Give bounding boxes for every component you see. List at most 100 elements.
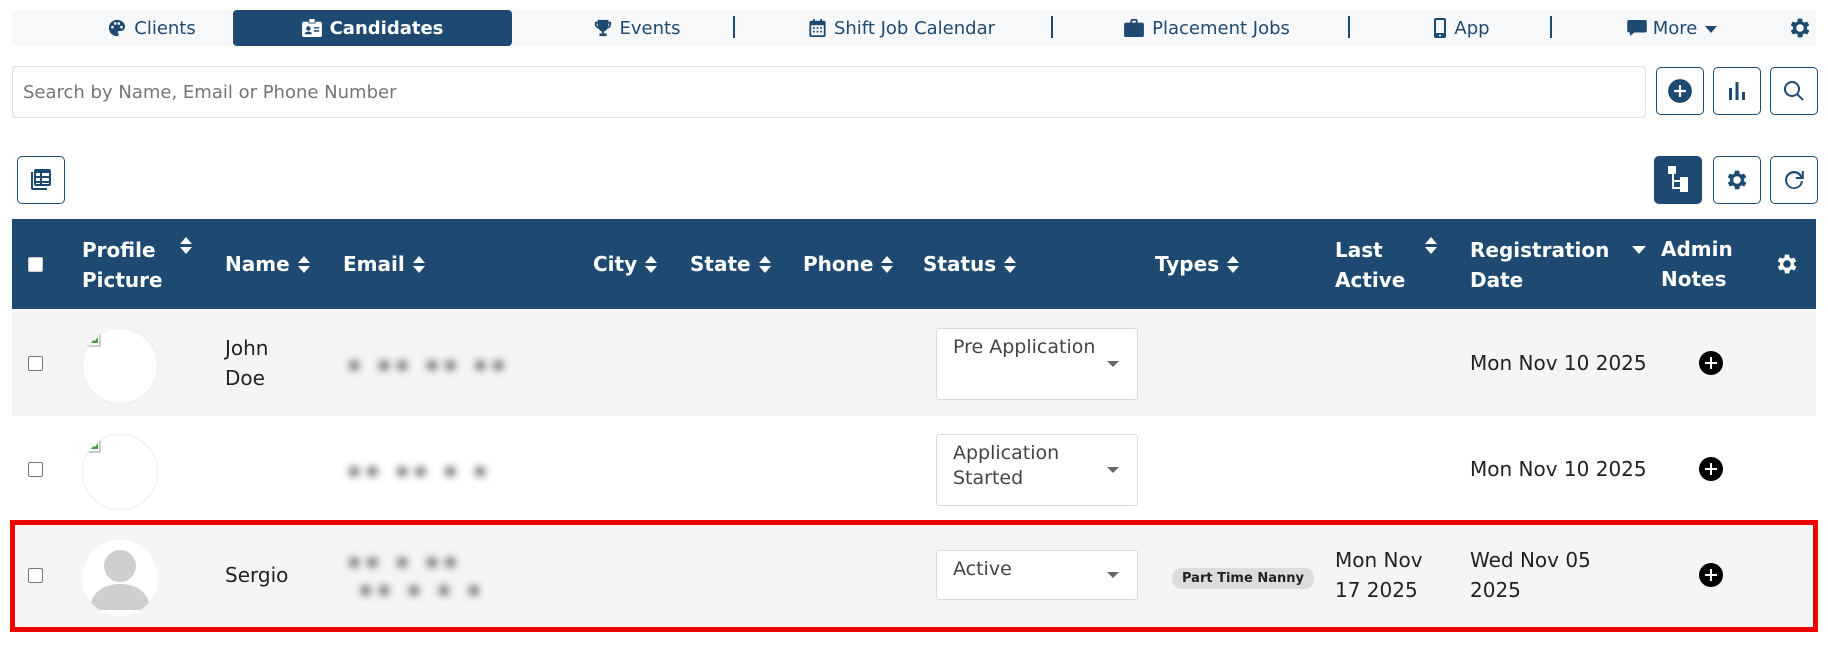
table-row[interactable]: ▪▪ ▪▪ ▪ ▪ Application Started Mon Nov 10…	[12, 416, 1816, 522]
nav-label: Shift Job Calendar	[833, 17, 996, 39]
header-email[interactable]: Email	[343, 219, 425, 309]
phone-icon	[1434, 18, 1447, 38]
row-checkbox[interactable]	[28, 568, 43, 583]
type-badge: Part Time Nanny	[1172, 568, 1314, 589]
briefcase-icon	[1124, 19, 1145, 37]
row-checkbox[interactable]	[28, 356, 43, 371]
bar-chart-icon	[1729, 82, 1745, 100]
avatar	[82, 328, 158, 404]
add-candidate-button[interactable]	[1656, 67, 1704, 115]
gear-icon	[1790, 18, 1810, 38]
refresh-icon	[1785, 171, 1804, 189]
comment-icon	[1626, 20, 1647, 36]
candidate-name[interactable]: Sergio	[225, 560, 288, 590]
search-icon	[1783, 80, 1804, 101]
nav-separator	[1051, 16, 1053, 38]
header-label: Admin Notes	[1661, 237, 1733, 291]
search-input[interactable]	[12, 66, 1646, 118]
nav-placement-jobs[interactable]: Placement Jobs	[1117, 10, 1297, 46]
header-city[interactable]: City	[593, 219, 658, 309]
chevron-down-icon	[1107, 572, 1119, 578]
header-label: Status	[923, 252, 997, 276]
calendar-icon	[809, 19, 826, 37]
add-note-icon[interactable]	[1699, 351, 1723, 375]
nav-shift-job-calendar[interactable]: Shift Job Calendar	[802, 10, 1002, 46]
refresh-button[interactable]	[1770, 156, 1818, 204]
avatar	[82, 434, 158, 510]
table-row[interactable]: John Doe ▪ ▪▪ ▪▪ ▪▪ Pre Application Mon …	[12, 310, 1816, 416]
sort-icon	[645, 255, 658, 273]
table-copy-icon	[31, 169, 51, 190]
gear-icon	[1727, 170, 1747, 190]
header-types[interactable]: Types	[1155, 219, 1240, 309]
header-label: Profile Picture	[82, 238, 163, 292]
status-select[interactable]: Active	[936, 550, 1138, 600]
sort-desc-icon	[1632, 246, 1646, 254]
nav-app[interactable]: App	[1422, 10, 1502, 46]
nav-label: Clients	[134, 17, 196, 39]
redacted-email: ▪ ▪▪ ▪▪ ▪▪	[348, 354, 511, 375]
nav-more[interactable]: More	[1617, 10, 1727, 46]
header-label: City	[593, 252, 638, 276]
registration-date: Mon Nov 10 2025	[1470, 457, 1647, 481]
column-settings-button[interactable]	[1774, 219, 1800, 309]
add-note-icon[interactable]	[1699, 563, 1723, 587]
sort-icon	[180, 237, 192, 254]
header-label: Last Active	[1335, 238, 1406, 292]
trophy-icon	[594, 19, 611, 37]
row-checkbox[interactable]	[28, 462, 43, 477]
header-last-active[interactable]: Last Active	[1335, 219, 1455, 309]
id-badge-icon	[301, 19, 322, 37]
header-label: Phone	[803, 252, 874, 276]
status-value: Pre Application	[953, 336, 1096, 358]
chevron-down-icon	[1107, 467, 1119, 473]
header-label: Email	[343, 252, 405, 276]
nav-label: More	[1652, 17, 1698, 39]
header-name[interactable]: Name	[225, 219, 310, 309]
stats-button[interactable]	[1713, 67, 1761, 115]
column-layout-button[interactable]	[1654, 156, 1702, 204]
nav-separator	[1550, 16, 1552, 38]
sort-icon	[758, 255, 771, 273]
table-row[interactable]: Sergio ▪▪ ▪ ▪▪ ▪▪ ▪ ▪ ▪ Active Part Time…	[12, 522, 1816, 628]
header-profile-picture[interactable]: Profile Picture	[82, 219, 202, 309]
status-value: Active	[953, 558, 1012, 580]
status-select[interactable]: Application Started	[936, 434, 1138, 506]
header-status[interactable]: Status	[923, 219, 1017, 309]
redacted-email: ▪▪ ▪▪ ▪ ▪	[348, 460, 493, 481]
header-registration-date[interactable]: Registration Date	[1470, 219, 1650, 309]
sort-icon	[1227, 255, 1240, 273]
settings-button[interactable]	[1784, 10, 1816, 46]
palette-icon	[109, 19, 126, 37]
nav-separator	[733, 16, 735, 38]
nav-candidates[interactable]: Candidates	[233, 10, 512, 46]
person-placeholder-icon	[90, 550, 150, 610]
chevron-down-icon	[1705, 26, 1718, 33]
add-note-icon[interactable]	[1699, 457, 1723, 481]
tree-view-icon	[1668, 166, 1688, 192]
nav-label: Candidates	[329, 17, 444, 39]
select-all-checkbox[interactable]	[28, 219, 43, 309]
nav-events[interactable]: Events	[572, 10, 702, 46]
nav-separator	[1348, 16, 1350, 38]
header-label: Types	[1155, 252, 1220, 276]
sort-icon	[881, 255, 894, 273]
table-settings-button[interactable]	[1713, 156, 1761, 204]
avatar	[82, 540, 158, 616]
table-header: Profile Picture Name Email City State Ph…	[12, 219, 1816, 309]
status-value: Application Started	[953, 442, 1060, 489]
search-button[interactable]	[1770, 67, 1818, 115]
status-select[interactable]: Pre Application	[936, 328, 1138, 400]
header-admin-notes: Admin Notes	[1661, 219, 1741, 309]
sort-icon	[297, 255, 310, 273]
header-state[interactable]: State	[690, 219, 771, 309]
broken-image-icon	[85, 437, 101, 453]
header-phone[interactable]: Phone	[803, 219, 894, 309]
sort-icon	[412, 255, 425, 273]
redacted-email: ▪▪ ▪ ▪▪ ▪▪ ▪ ▪ ▪	[348, 551, 486, 600]
registration-date: Wed Nov 05 2025	[1470, 548, 1591, 602]
candidate-name[interactable]: John Doe	[225, 333, 295, 393]
nav-clients[interactable]: Clients	[72, 10, 232, 46]
export-button[interactable]	[17, 156, 65, 204]
chevron-down-icon	[1107, 361, 1119, 367]
